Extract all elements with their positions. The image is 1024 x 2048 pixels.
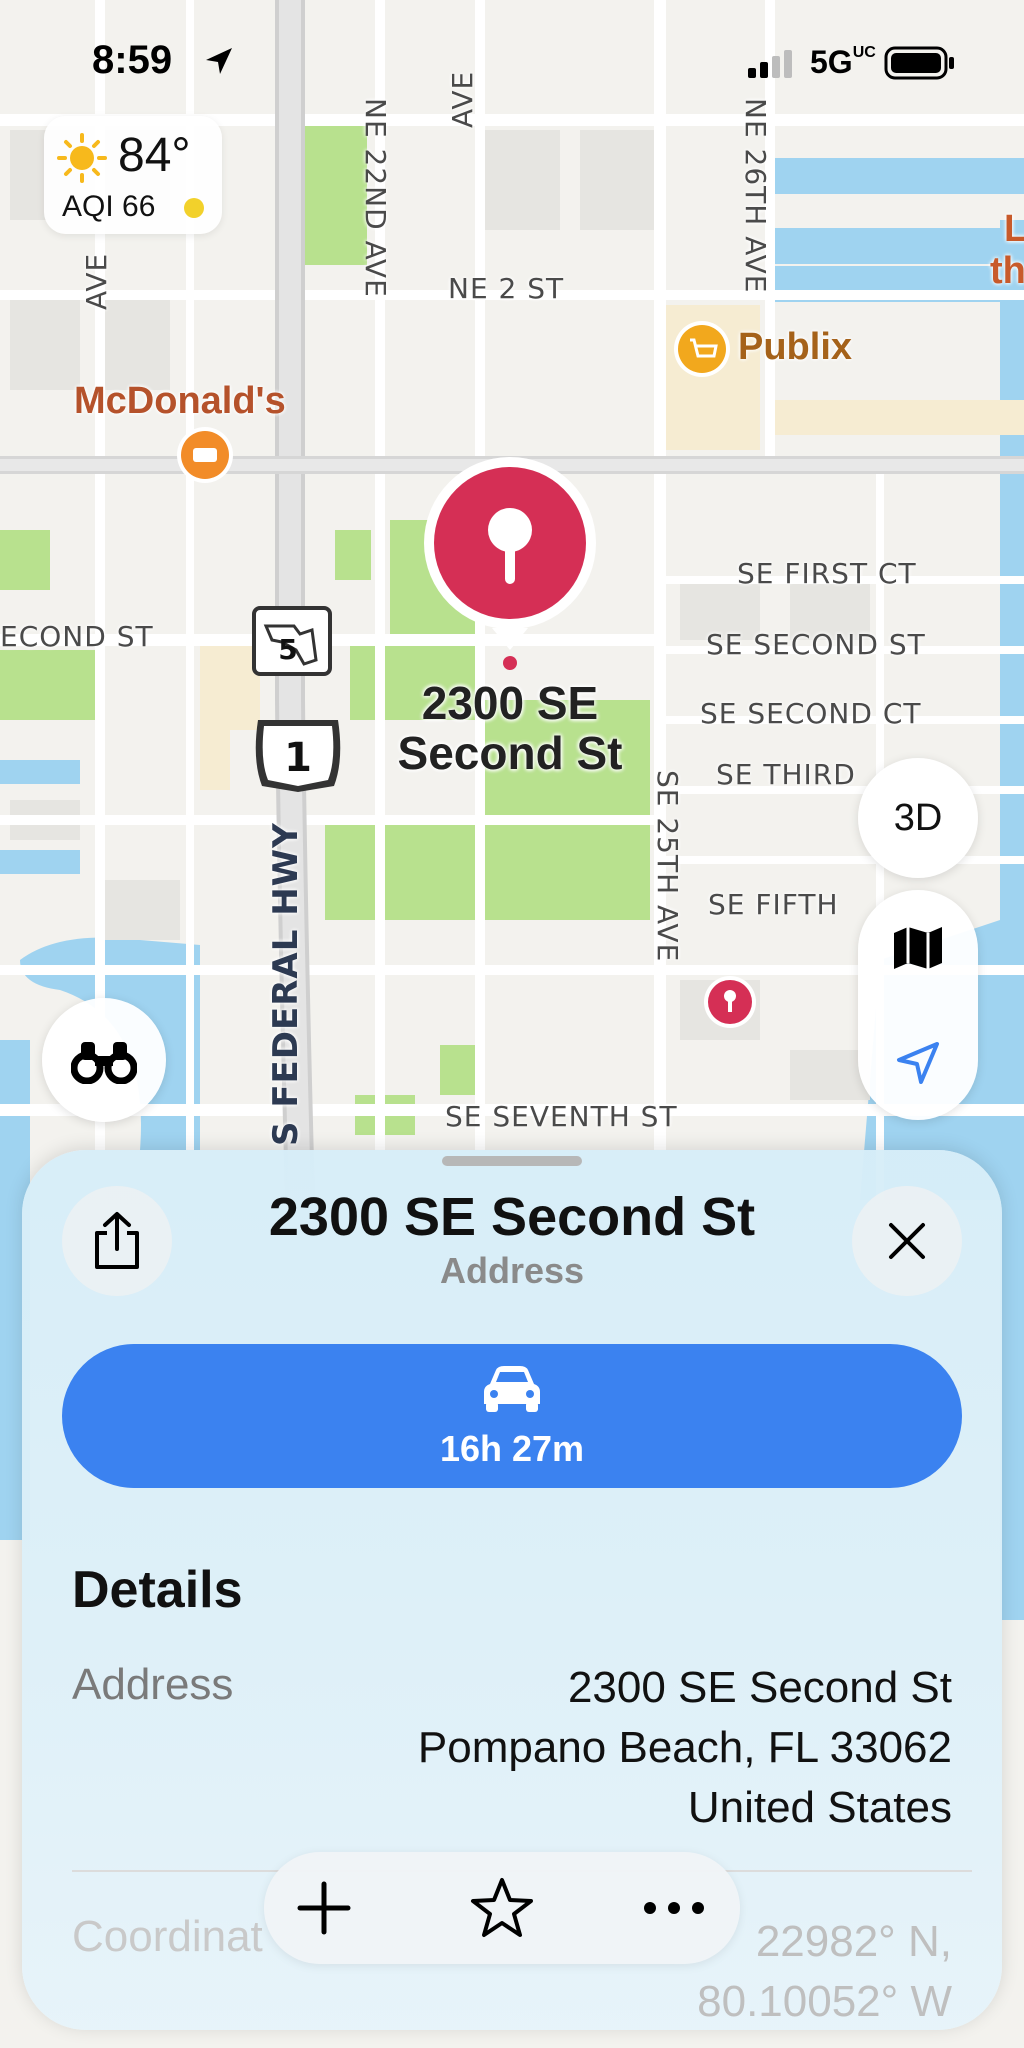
directions-button[interactable]: 16h 27m [62, 1344, 962, 1488]
poi-mcdonalds[interactable]: McDonald's [74, 380, 286, 423]
car-icon [484, 1366, 540, 1412]
coordinate-line: 80.10052° W [697, 1977, 952, 2026]
3d-button[interactable]: 3D [858, 758, 978, 878]
network-suffix: UC [852, 44, 876, 61]
close-icon [889, 1223, 925, 1259]
street-label: NE 22ND AVE [359, 98, 392, 298]
sun-icon [57, 133, 107, 183]
network-type: 5G [810, 44, 853, 80]
state-route-shield: 5 [252, 606, 332, 676]
street-label: SE SECOND ST [706, 628, 926, 661]
address-line: 2300 SE Second St [567, 1663, 952, 1712]
state-route-number: 5 [278, 633, 297, 666]
secondary-pin-icon [704, 976, 756, 1028]
favorite-button[interactable] [462, 1868, 542, 1948]
close-button[interactable] [852, 1186, 962, 1296]
status-bar: 8:59 5GUC [0, 0, 1024, 120]
pin-label-line1: 2300 SE [421, 677, 599, 729]
look-around-button[interactable] [42, 998, 166, 1122]
address-value[interactable]: 2300 SE Second St Pompano Beach, FL 3306… [418, 1658, 952, 1838]
publix-marker-icon [674, 321, 730, 377]
temperature: 84° [118, 129, 191, 182]
network-label: 5GUC [810, 44, 876, 81]
aqi-label: AQI 66 [62, 190, 156, 223]
map-mode-button[interactable] [858, 890, 978, 1005]
plus-icon [297, 1881, 351, 1935]
us-route-number: 1 [284, 735, 312, 781]
street-label: SE FIFTH [708, 888, 839, 921]
poi-publix[interactable]: Publix [738, 326, 852, 369]
location-arrow-icon [206, 48, 232, 74]
address-line: Pompano Beach, FL 33062 [417, 1723, 952, 1772]
pin-label: 2300 SE Second St [350, 678, 670, 778]
street-label: SE FIRST CT [737, 557, 917, 590]
pin-label-line2: Second St [397, 727, 623, 779]
details-heading: Details [72, 1561, 243, 1619]
map-icon [894, 926, 942, 969]
street-label: AVE [80, 252, 113, 310]
star-icon [471, 1878, 533, 1937]
address-line: United States [687, 1783, 952, 1832]
street-label: NE 2 ST [448, 272, 565, 305]
mcdonalds-marker-icon [177, 427, 233, 483]
map-controls-group [858, 890, 978, 1120]
street-label: NE 26TH AVE [739, 98, 772, 294]
street-label: ECOND ST [0, 620, 154, 653]
street-label: SE THIRD [716, 758, 856, 791]
binoculars-icon [71, 1042, 137, 1084]
grabber[interactable] [442, 1156, 582, 1166]
street-label: SE 25TH AVE [651, 770, 684, 963]
more-button[interactable] [634, 1868, 714, 1948]
aqi-indicator [184, 198, 204, 218]
weather-widget[interactable]: 84° AQI 66 [44, 116, 222, 234]
street-label: SE SEVENTH ST [445, 1100, 678, 1133]
signal-bars-icon [748, 50, 792, 78]
clock: 8:59 [92, 38, 173, 82]
3d-label: 3D [893, 796, 943, 839]
navigation-arrow-icon [897, 1041, 939, 1084]
poi-edge-label: th [990, 250, 1024, 292]
locate-button[interactable] [858, 1005, 978, 1120]
street-label: S FEDERAL HWY [266, 822, 306, 1146]
place-actions-toolbar [264, 1852, 740, 1964]
coordinates-label: Coordinat [72, 1912, 263, 1961]
ellipsis-icon [644, 1902, 704, 1914]
street-label: SE SECOND CT [700, 697, 922, 730]
directions-duration: 16h 27m [439, 1428, 585, 1469]
battery-icon [884, 46, 954, 80]
poi-edge-label: L [1004, 208, 1024, 250]
us-route-shield: 1 [255, 720, 341, 792]
address-label: Address [72, 1660, 234, 1709]
add-button[interactable] [284, 1868, 364, 1948]
